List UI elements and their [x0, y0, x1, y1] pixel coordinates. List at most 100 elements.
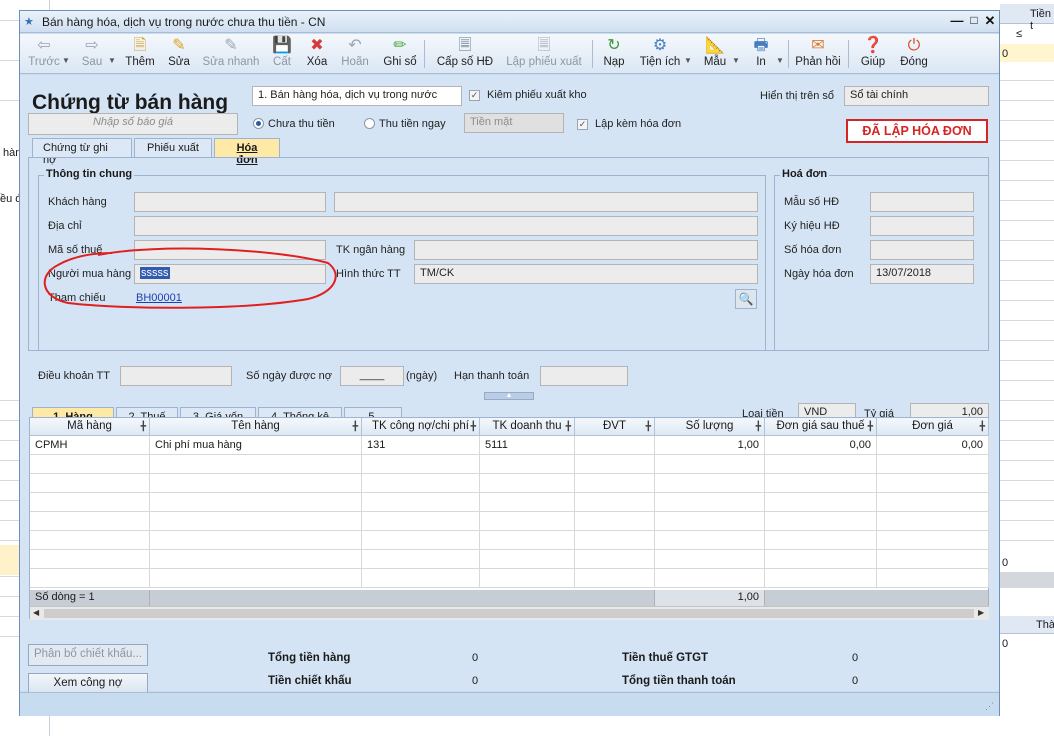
column-header[interactable]: ĐVT ╋	[575, 418, 655, 436]
empty-table-cell[interactable]	[30, 474, 150, 493]
toolbar-close-button[interactable]: ⏻ Đóng	[896, 36, 932, 72]
discount-allocation-button[interactable]: Phân bổ chiết khấu...	[28, 644, 148, 666]
toolbar-undo-button[interactable]: ↶ Hoãn	[338, 36, 372, 72]
empty-table-cell[interactable]	[655, 493, 765, 512]
pin-icon[interactable]: ╋	[980, 418, 985, 435]
empty-table-cell[interactable]	[480, 474, 575, 493]
toolbar-quick-edit-button[interactable]: ✎ Sửa nhanh	[201, 36, 261, 72]
empty-table-cell[interactable]	[480, 455, 575, 474]
customer-code-input[interactable]	[134, 192, 326, 212]
empty-table-cell[interactable]	[575, 493, 655, 512]
toolbar-utilities-button[interactable]: ⚙ Tiện ích	[636, 36, 684, 72]
empty-table-cell[interactable]	[30, 550, 150, 569]
pin-icon[interactable]: ╋	[141, 418, 146, 435]
pin-icon[interactable]: ╋	[756, 418, 761, 435]
toolbar-save-button[interactable]: 💾 Cất	[268, 36, 296, 72]
empty-table-cell[interactable]	[877, 493, 989, 512]
bank-account-input[interactable]	[414, 240, 758, 260]
empty-table-cell[interactable]	[362, 474, 480, 493]
empty-table-cell[interactable]	[765, 493, 877, 512]
empty-table-cell[interactable]	[765, 474, 877, 493]
empty-table-cell[interactable]	[30, 493, 150, 512]
empty-table-cell[interactable]	[877, 512, 989, 531]
collapse-panel-icon[interactable]: ▲	[484, 392, 534, 400]
toolbar-reload-button[interactable]: ↻ Nạp	[600, 36, 628, 72]
scrollbar-thumb[interactable]	[44, 609, 974, 618]
empty-table-cell[interactable]	[655, 569, 765, 588]
empty-table-cell[interactable]	[575, 455, 655, 474]
empty-table-cell[interactable]	[150, 531, 362, 550]
kiem-phieu-xuat-kho-checkbox[interactable]: ✓	[469, 89, 480, 101]
toolbar-help-button[interactable]: ❓ Giúp	[856, 36, 890, 72]
table-cell[interactable]: 131	[362, 436, 480, 455]
empty-table-cell[interactable]	[480, 569, 575, 588]
empty-table-cell[interactable]	[30, 512, 150, 531]
quote-number-input[interactable]: Nhập số báo giá	[28, 113, 238, 135]
empty-table-cell[interactable]	[765, 569, 877, 588]
horizontal-scrollbar[interactable]: ◀ ▶	[30, 606, 989, 620]
table-cell[interactable]: 0,00	[877, 436, 989, 455]
scroll-right-icon[interactable]: ▶	[978, 608, 984, 617]
column-header[interactable]: Đơn giá ╋	[877, 418, 989, 436]
empty-table-cell[interactable]	[877, 550, 989, 569]
empty-table-cell[interactable]	[575, 550, 655, 569]
tab-phieu-xuat[interactable]: Phiếu xuất	[134, 138, 212, 158]
empty-table-cell[interactable]	[150, 493, 362, 512]
toolbar-feedback-button[interactable]: ✉ Phản hồi	[794, 36, 842, 72]
empty-table-cell[interactable]	[877, 569, 989, 588]
empty-table-cell[interactable]	[765, 531, 877, 550]
empty-table-cell[interactable]	[765, 550, 877, 569]
minimize-icon[interactable]: —	[948, 13, 966, 30]
zoom-icon[interactable]: 🔍	[735, 289, 757, 309]
toolbar-post-button[interactable]: ✏ Ghi sổ	[382, 36, 418, 72]
table-cell[interactable]: Chi phí mua hàng	[150, 436, 362, 455]
empty-table-cell[interactable]	[480, 550, 575, 569]
toolbar-invoice-number-button[interactable]: 🗏 Cấp số HĐ	[434, 36, 496, 72]
pin-icon[interactable]: ╋	[646, 418, 651, 435]
invoice-template-input[interactable]	[870, 192, 974, 212]
empty-table-cell[interactable]	[480, 493, 575, 512]
toolbar-template-button[interactable]: 📐 Mẫu	[698, 36, 732, 72]
empty-table-cell[interactable]	[362, 455, 480, 474]
resize-grip-icon[interactable]: ⋰	[985, 701, 994, 712]
table-cell[interactable]	[575, 436, 655, 455]
empty-table-cell[interactable]	[362, 493, 480, 512]
pin-icon[interactable]: ╋	[868, 418, 873, 435]
column-header[interactable]: Mã hàng ╋	[30, 418, 150, 436]
empty-table-cell[interactable]	[30, 569, 150, 588]
empty-table-cell[interactable]	[362, 569, 480, 588]
empty-table-cell[interactable]	[877, 531, 989, 550]
template-dropdown-icon[interactable]: ▼	[732, 56, 740, 65]
payment-form-input[interactable]: TM/CK	[414, 264, 758, 284]
next-dropdown-icon[interactable]: ▼	[108, 56, 116, 65]
empty-table-cell[interactable]	[655, 512, 765, 531]
scroll-left-icon[interactable]: ◀	[33, 608, 39, 617]
table-cell[interactable]: 1,00	[655, 436, 765, 455]
debt-days-stepper[interactable]: ____	[340, 366, 404, 386]
table-cell[interactable]: 5111	[480, 436, 575, 455]
empty-table-cell[interactable]	[30, 531, 150, 550]
due-date-input[interactable]	[540, 366, 628, 386]
toolbar-edit-button[interactable]: ✎ Sửa	[162, 36, 196, 72]
empty-table-cell[interactable]	[877, 455, 989, 474]
table-cell[interactable]: CPMH	[30, 436, 150, 455]
pin-icon[interactable]: ╋	[353, 418, 358, 435]
lap-kem-hoa-don-checkbox[interactable]: ✓	[577, 118, 588, 130]
invoice-symbol-input[interactable]	[870, 216, 974, 236]
empty-table-cell[interactable]	[480, 512, 575, 531]
empty-table-cell[interactable]	[765, 455, 877, 474]
empty-table-cell[interactable]	[575, 569, 655, 588]
prev-dropdown-icon[interactable]: ▼	[62, 56, 70, 65]
pin-icon[interactable]: ╋	[566, 418, 571, 435]
toolbar-next-button[interactable]: ⇨ Sau	[74, 36, 110, 72]
customer-name-input[interactable]	[334, 192, 758, 212]
empty-table-cell[interactable]	[362, 531, 480, 550]
empty-table-cell[interactable]	[362, 550, 480, 569]
toolbar-prev-button[interactable]: ⇦ Trước	[26, 36, 62, 72]
empty-table-cell[interactable]	[480, 531, 575, 550]
empty-table-cell[interactable]	[655, 455, 765, 474]
tab-hoa-don[interactable]: Hóa đơn	[214, 138, 280, 166]
empty-table-cell[interactable]	[765, 512, 877, 531]
column-header[interactable]: Tên hàng ╋	[150, 418, 362, 436]
toolbar-add-button[interactable]: 🗎 Thêm	[122, 36, 158, 72]
